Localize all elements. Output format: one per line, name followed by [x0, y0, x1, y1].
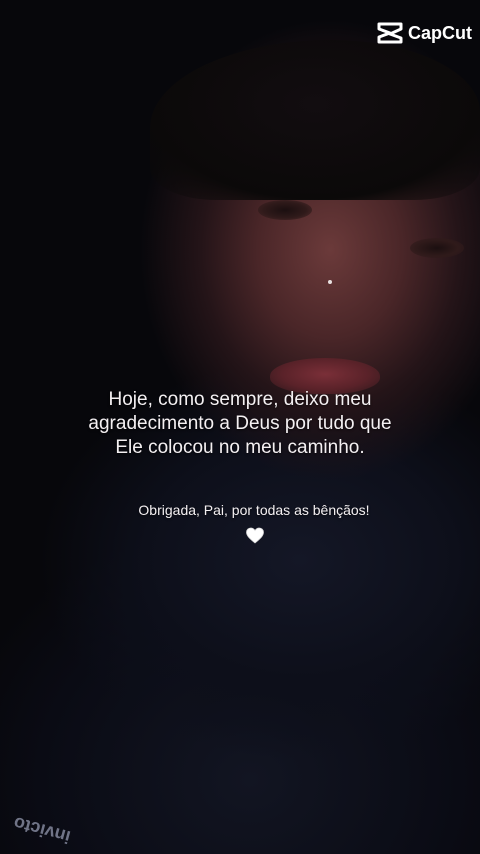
- hair-shape: [150, 40, 480, 200]
- caption-line-3: Ele colocou no meu caminho.: [115, 437, 365, 458]
- white-heart-icon: [246, 527, 264, 544]
- right-eye-shape: [410, 238, 464, 258]
- caption-line-1: Hoje, como sempre, deixo meu: [108, 389, 372, 410]
- caption-main-text: Hoje, como sempre, deixo meu agradecimen…: [0, 388, 480, 460]
- nose-piercing: [328, 280, 332, 284]
- caption-subtitle: Obrigada, Pai, por todas as bênçãos!: [138, 502, 370, 518]
- left-eye-shape: [258, 200, 312, 220]
- caption-line-2: agradecimento a Deus por tudo que: [88, 413, 392, 434]
- capcut-watermark: CapCut: [377, 20, 472, 46]
- capcut-logo-icon: [377, 22, 403, 44]
- capcut-brand-text: CapCut: [408, 22, 472, 43]
